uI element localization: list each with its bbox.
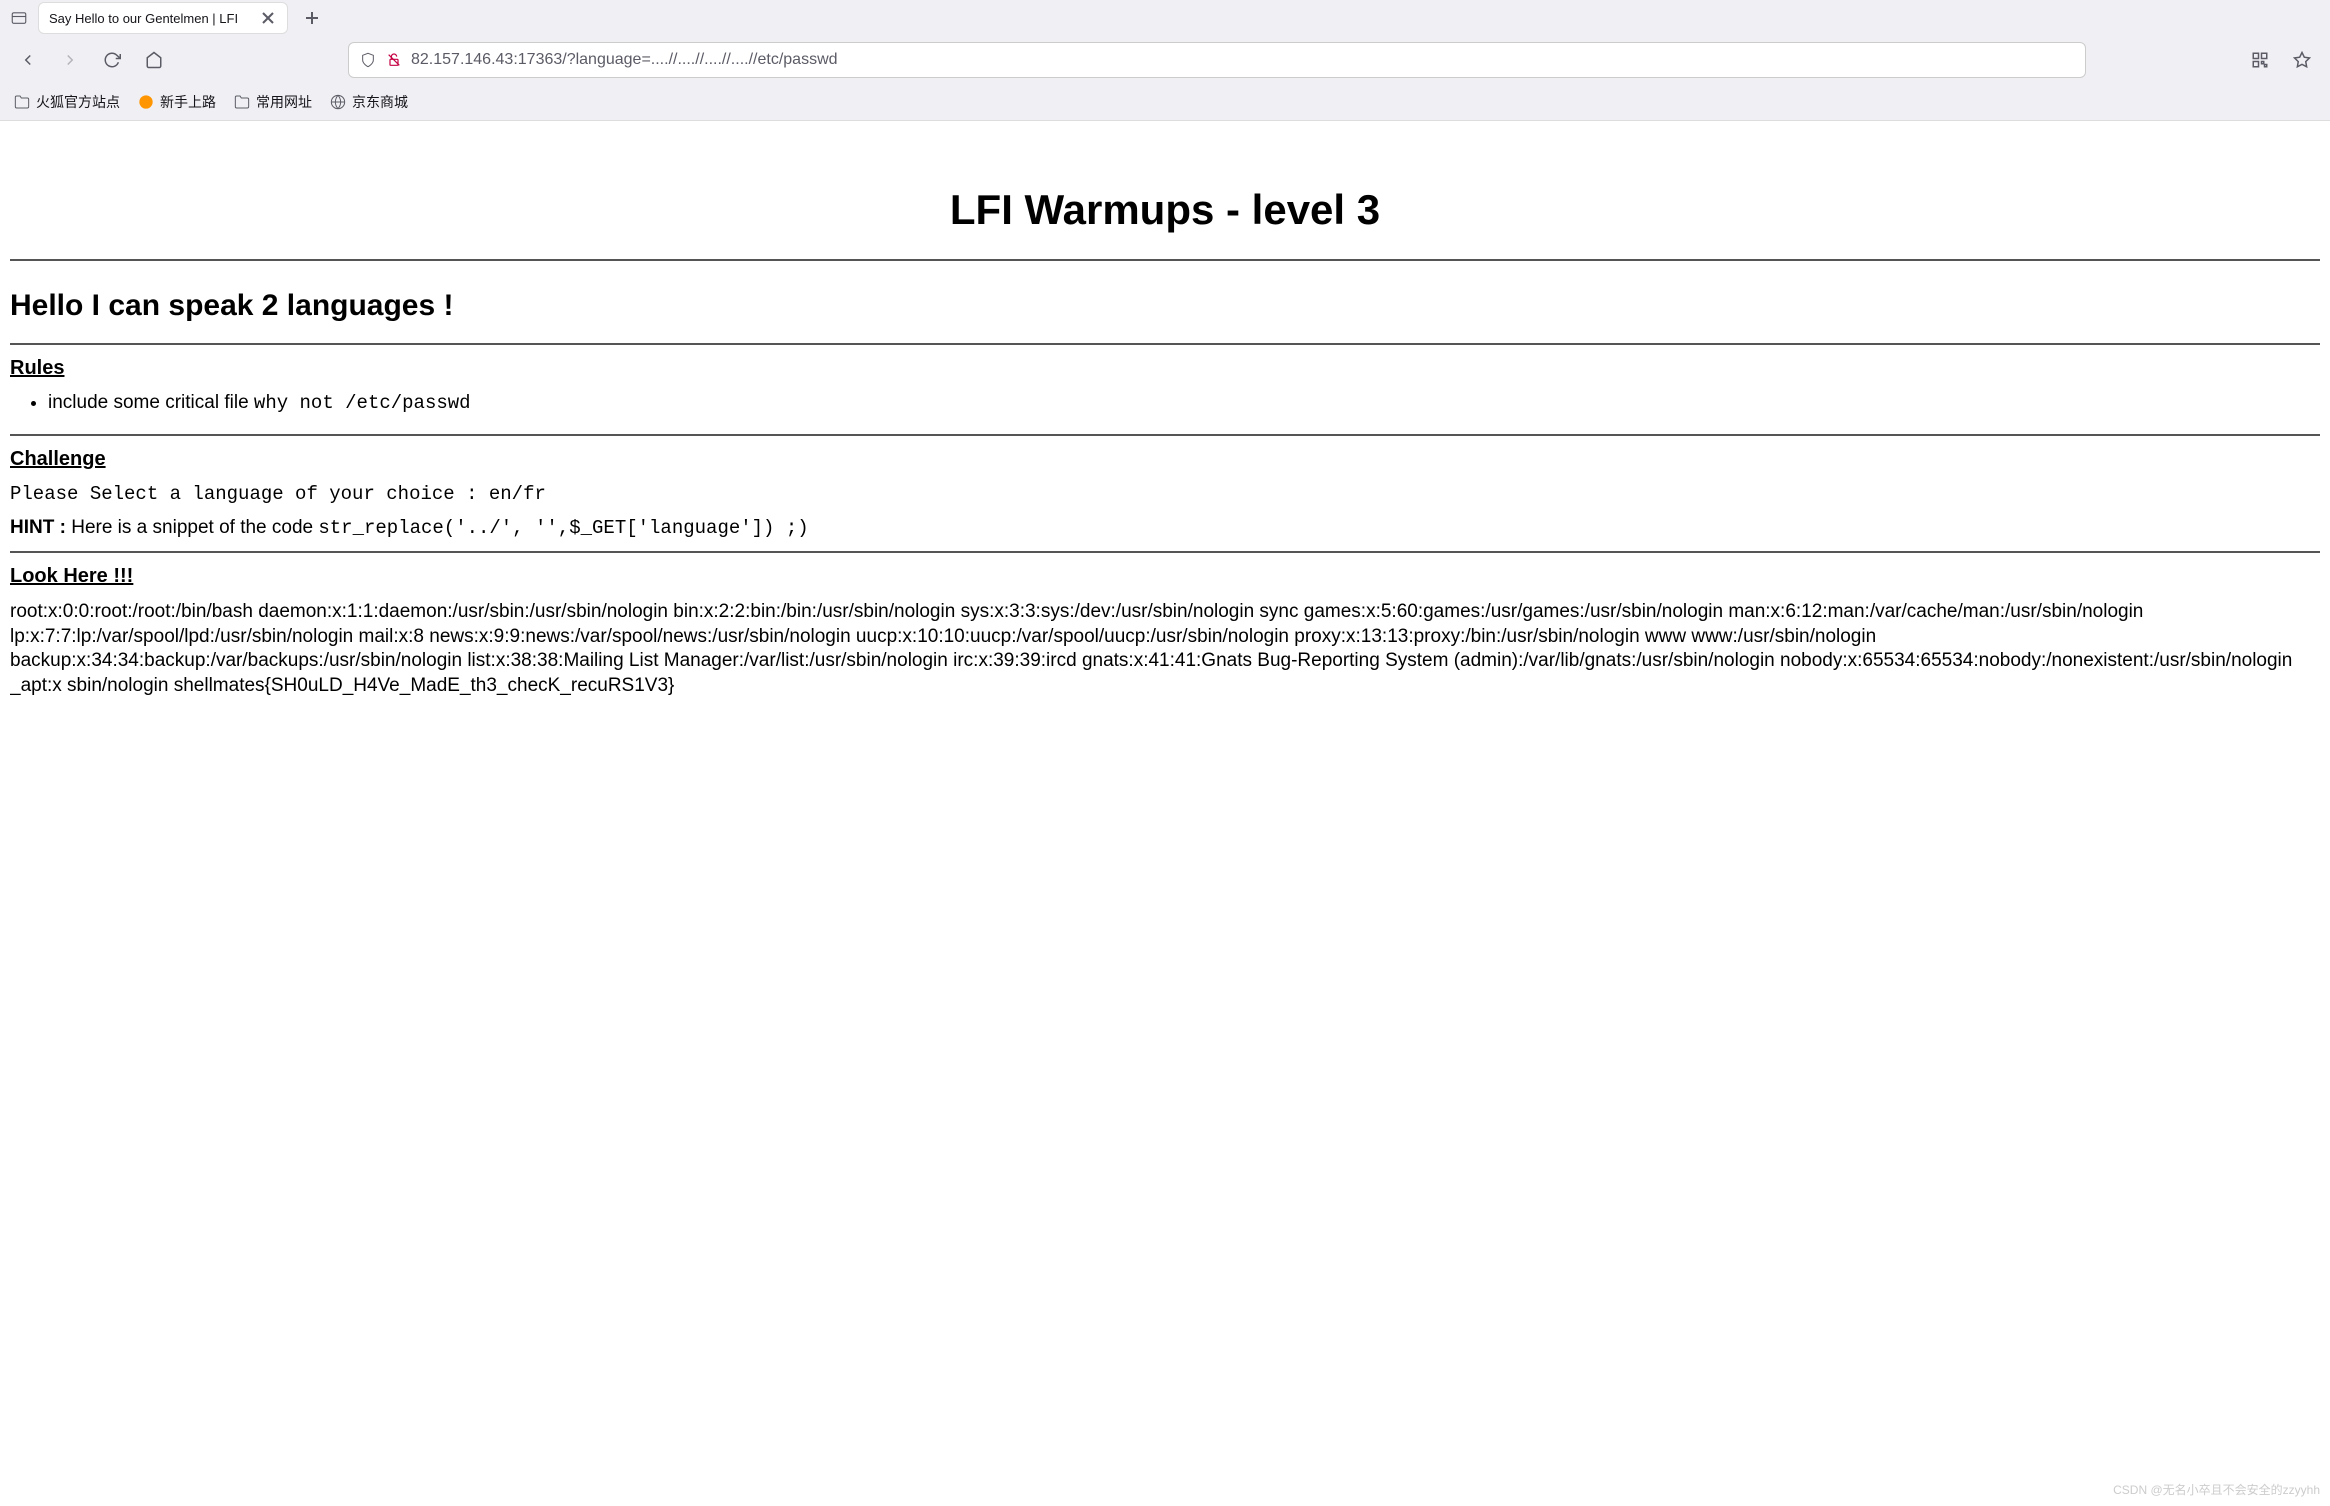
qr-code-button[interactable]	[2242, 42, 2278, 78]
challenge-prompt: Please Select a language of your choice …	[10, 483, 2320, 505]
bookmark-label: 火狐官方站点	[36, 92, 120, 112]
watermark: CSDN @无名小卒且不会安全的zzyyhh	[2113, 1481, 2320, 1498]
tab-bar: Say Hello to our Gentelmen | LFI	[0, 0, 2330, 36]
reload-button[interactable]	[94, 42, 130, 78]
shield-icon	[359, 51, 377, 69]
divider	[10, 343, 2320, 345]
tab-panel-button[interactable]	[4, 3, 34, 33]
home-button[interactable]	[136, 42, 172, 78]
divider	[10, 434, 2320, 436]
nav-bar	[0, 36, 2330, 84]
rules-heading: Rules	[10, 357, 2320, 380]
bookmark-star-button[interactable]	[2284, 42, 2320, 78]
divider	[10, 551, 2320, 553]
bookmark-label: 常用网址	[256, 92, 312, 112]
rule-item: include some critical file why not /etc/…	[48, 392, 2320, 414]
insecure-lock-icon	[385, 51, 403, 69]
browser-tab[interactable]: Say Hello to our Gentelmen | LFI	[38, 2, 288, 34]
bookmark-item-jd[interactable]: 京东商城	[330, 92, 408, 112]
bookmark-bar: 火狐官方站点 新手上路 常用网址 京东商城	[0, 84, 2330, 120]
bookmark-label: 京东商城	[352, 92, 408, 112]
divider	[10, 259, 2320, 261]
bookmark-item-common[interactable]: 常用网址	[234, 92, 312, 112]
url-bar[interactable]	[348, 42, 2086, 78]
hint-line: HINT : Here is a snippet of the code str…	[10, 517, 2320, 539]
passwd-dump: root:x:0:0:root:/root:/bin/bash daemon:x…	[10, 600, 2320, 755]
challenge-heading: Challenge	[10, 448, 2320, 471]
bookmark-item-getstarted[interactable]: 新手上路	[138, 92, 216, 112]
new-tab-button[interactable]	[296, 2, 328, 34]
bookmark-label: 新手上路	[160, 92, 216, 112]
tab-title: Say Hello to our Gentelmen | LFI	[49, 11, 251, 26]
lookhere-heading: Look Here !!!	[10, 565, 2320, 588]
forward-button[interactable]	[52, 42, 88, 78]
page-content: LFI Warmups - level 3 Hello I can speak …	[0, 121, 2330, 765]
bookmark-item-official[interactable]: 火狐官方站点	[14, 92, 120, 112]
page-title: LFI Warmups - level 3	[10, 186, 2320, 234]
back-button[interactable]	[10, 42, 46, 78]
page-subtitle: Hello I can speak 2 languages !	[10, 289, 2320, 323]
url-input[interactable]	[411, 51, 2075, 69]
close-tab-button[interactable]	[259, 9, 277, 27]
